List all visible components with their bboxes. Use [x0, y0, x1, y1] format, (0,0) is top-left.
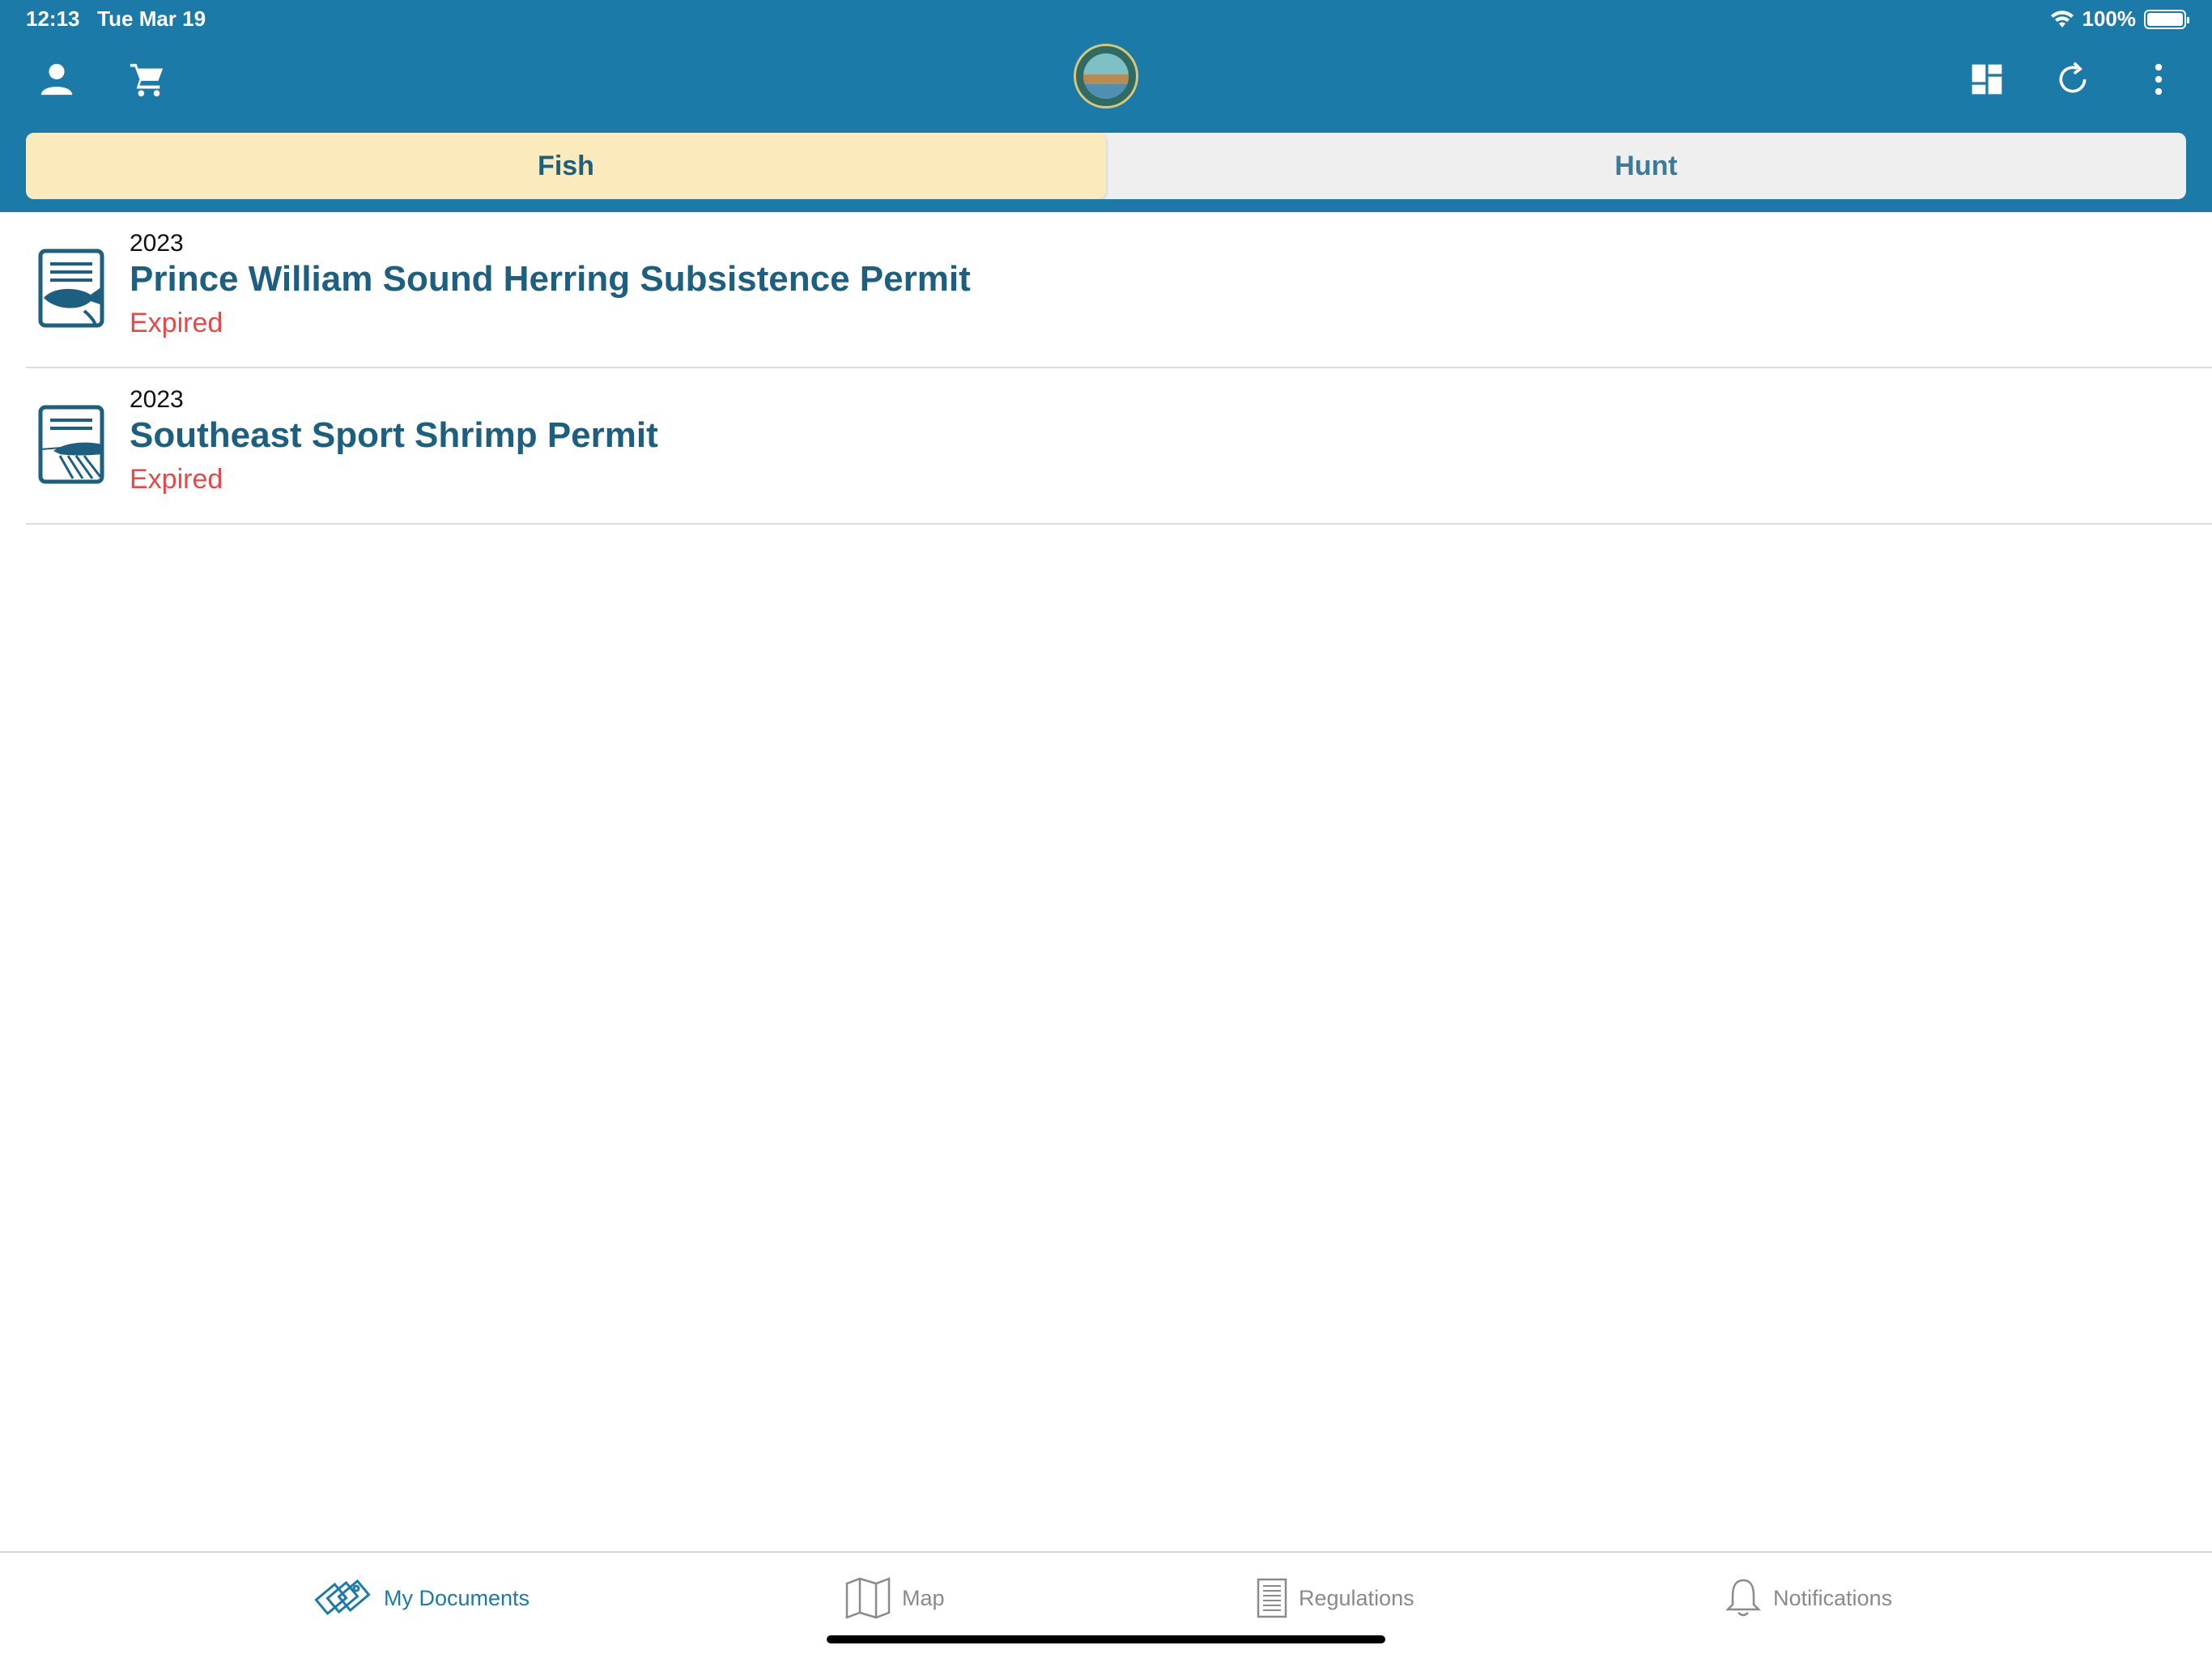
profile-button[interactable] — [28, 50, 86, 108]
refresh-button[interactable] — [2044, 50, 2102, 108]
fish-hunt-segmented-control: Fish Hunt — [26, 133, 2186, 199]
document-year: 2023 — [130, 386, 184, 413]
home-indicator — [827, 1635, 1385, 1643]
document-status: Expired — [130, 308, 223, 338]
tab-map[interactable]: Map — [845, 1574, 945, 1622]
tabbar-label: Regulations — [1299, 1585, 1414, 1610]
status-bar-right: 100% — [2050, 6, 2189, 32]
document-title: Prince William Sound Herring Subsistence… — [130, 259, 971, 299]
document-year: 2023 — [130, 230, 184, 257]
tab-hunt[interactable]: Hunt — [1106, 133, 2186, 199]
map-icon — [845, 1577, 891, 1619]
alaska-seal-logo — [1074, 44, 1138, 108]
documents-list: 2023 Prince William Sound Herring Subsis… — [26, 212, 2212, 525]
cart-icon — [130, 63, 164, 97]
battery-percent: 100% — [2082, 6, 2137, 31]
status-date-text: Tue Mar 19 — [97, 6, 206, 31]
tabbar-label: My Documents — [384, 1585, 530, 1610]
document-status: Expired — [130, 464, 223, 495]
status-time-text: 12:13 — [26, 6, 80, 31]
app-header: 12:13 Tue Mar 19 100% Fish Hunt — [0, 0, 2212, 212]
tabbar-label: Notifications — [1773, 1585, 1893, 1610]
documents-icon — [314, 1579, 371, 1616]
fish-permit-icon — [38, 249, 104, 328]
status-bar-time: 12:13 Tue Mar 19 — [26, 6, 206, 32]
bell-icon — [1725, 1579, 1762, 1617]
tab-my-documents[interactable]: My Documents — [314, 1574, 530, 1622]
refresh-icon — [2059, 62, 2087, 93]
dashboard-button[interactable] — [1958, 50, 2016, 108]
tab-notifications[interactable]: Notifications — [1725, 1574, 1892, 1622]
regulations-icon — [1257, 1578, 1287, 1618]
dashboard-icon — [1972, 64, 2002, 95]
cart-button[interactable] — [118, 50, 177, 108]
tabbar-label: Map — [902, 1585, 945, 1610]
document-title: Southeast Sport Shrimp Permit — [130, 415, 658, 455]
tab-fish[interactable]: Fish — [26, 133, 1106, 199]
battery-icon — [2144, 9, 2189, 29]
list-item[interactable]: 2023 Prince William Sound Herring Subsis… — [26, 212, 2212, 368]
more-vertical-icon — [2155, 63, 2163, 96]
more-menu-button[interactable] — [2129, 50, 2188, 108]
wifi-icon — [2050, 10, 2074, 28]
shrimp-permit-icon — [38, 405, 104, 484]
profile-icon — [40, 63, 73, 96]
tab-regulations[interactable]: Regulations — [1257, 1574, 1414, 1622]
list-item[interactable]: 2023 Southeast Sport Shrimp Permit Expir… — [26, 368, 2212, 525]
